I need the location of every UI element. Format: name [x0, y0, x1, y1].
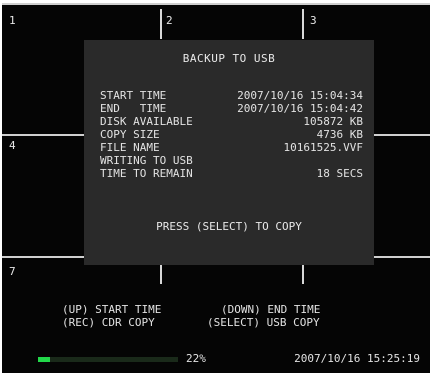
disk-available-label: DISK AVAILABLE: [100, 115, 193, 128]
row-writing-status: WRITING TO USB: [100, 154, 363, 167]
camera-label-2: 2: [166, 14, 173, 27]
grid-line-horizontal: [374, 134, 430, 136]
dvr-screen: 1 2 3 4 7 BACKUP TO USB START TIME 2007/…: [2, 3, 430, 373]
help-rec-cdr: (REC) CDR COPY: [62, 316, 155, 329]
row-file-name: FILE NAME 10161525.VVF: [100, 141, 363, 154]
backup-dialog: BACKUP TO USB START TIME 2007/10/16 15:0…: [84, 40, 374, 265]
time-remain-value: 18 SECS: [316, 167, 363, 180]
grid-line-vertical: [302, 9, 304, 39]
time-remain-label: TIME TO REMAIN: [100, 167, 193, 180]
end-time-value: 2007/10/16 15:04:42: [237, 102, 363, 115]
disk-available-value: 105872 KB: [303, 115, 363, 128]
row-copy-size: COPY SIZE 4736 KB: [100, 128, 363, 141]
press-select-prompt: PRESS (SELECT) TO COPY: [156, 220, 302, 233]
dialog-title: BACKUP TO USB: [182, 52, 276, 65]
camera-label-7: 7: [9, 265, 16, 278]
copy-size-value: 4736 KB: [316, 128, 363, 141]
camera-label-4: 4: [9, 139, 16, 152]
start-time-value: 2007/10/16 15:04:34: [237, 89, 363, 102]
top-divider: [2, 3, 430, 5]
help-down-end: (DOWN) END TIME: [221, 303, 321, 316]
grid-line-horizontal: [374, 256, 430, 258]
grid-line-vertical: [160, 9, 162, 39]
file-name-label: FILE NAME: [100, 141, 160, 154]
grid-line-horizontal: [2, 256, 84, 258]
row-time-remain: TIME TO REMAIN 18 SECS: [100, 167, 363, 180]
file-name-value: 10161525.VVF: [283, 141, 363, 154]
row-end-time: END TIME 2007/10/16 15:04:42: [100, 102, 363, 115]
row-start-time: START TIME 2007/10/16 15:04:34: [100, 89, 363, 102]
copy-size-label: COPY SIZE: [100, 128, 160, 141]
grid-line-horizontal: [2, 134, 84, 136]
end-time-label: END TIME: [100, 102, 167, 115]
start-time-label: START TIME: [100, 89, 167, 102]
camera-label-1: 1: [9, 14, 16, 27]
help-up-start: (UP) START TIME: [62, 303, 162, 316]
status-bar: 22% 2007/10/16 15:25:19: [2, 346, 430, 373]
camera-label-3: 3: [310, 14, 317, 27]
writing-status-label: WRITING TO USB: [100, 154, 193, 167]
row-disk-available: DISK AVAILABLE 105872 KB: [100, 115, 363, 128]
status-datetime: 2007/10/16 15:25:19: [294, 352, 420, 365]
progress-fill: [38, 357, 50, 362]
help-select-usb: (SELECT) USB COPY: [207, 316, 320, 329]
progress-bar: [38, 357, 178, 362]
progress-percent: 22%: [186, 352, 206, 365]
